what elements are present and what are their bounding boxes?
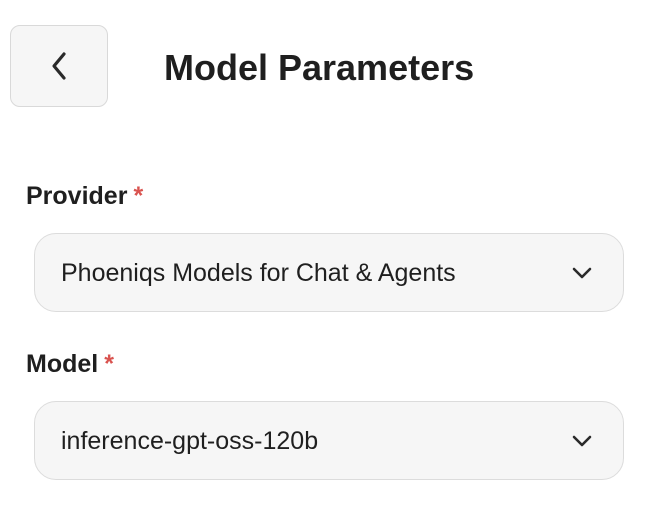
model-select[interactable]: inference-gpt-oss-120b — [34, 401, 624, 480]
required-marker: * — [133, 182, 144, 210]
chevron-down-icon — [572, 435, 592, 446]
chevron-left-icon — [52, 52, 66, 80]
provider-label: Provider * — [26, 181, 143, 211]
model-label: Model * — [26, 349, 114, 379]
model-label-text: Model — [26, 350, 99, 378]
required-marker: * — [104, 350, 114, 378]
provider-label-text: Provider — [26, 182, 128, 210]
page-title: Model Parameters — [164, 47, 475, 88]
provider-select[interactable]: Phoeniqs Models for Chat & Agents — [34, 233, 624, 312]
chevron-down-icon — [572, 267, 592, 278]
model-select-value: inference-gpt-oss-120b — [61, 426, 319, 455]
back-button[interactable] — [10, 25, 108, 107]
provider-select-value: Phoeniqs Models for Chat & Agents — [61, 258, 456, 287]
